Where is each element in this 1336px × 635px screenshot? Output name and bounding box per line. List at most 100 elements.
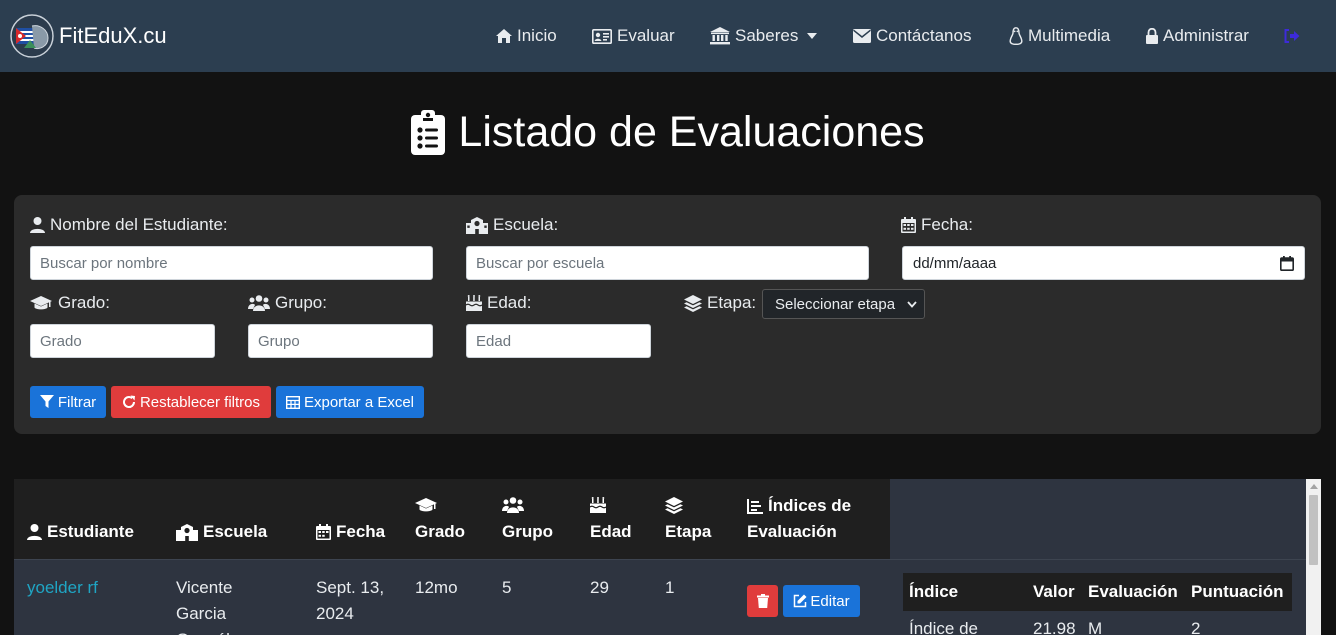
delete-button[interactable] <box>747 585 778 617</box>
users-icon <box>502 497 524 513</box>
nav-item-label: Contáctanos <box>876 26 972 45</box>
nombre-label: Nombre del Estudiante: <box>30 215 228 235</box>
user-icon <box>27 524 42 540</box>
th-indices[interactable]: Índices de Evaluación <box>747 493 851 545</box>
school-icon <box>466 216 488 234</box>
nav-item-inicio[interactable]: Inicio <box>496 26 557 46</box>
page-title: Listado de Evaluaciones <box>0 108 1336 157</box>
grado-label: Grado: <box>30 293 110 313</box>
escuela-label: Escuela: <box>466 215 558 235</box>
grado-cell: 12mo <box>415 578 458 597</box>
grupo-input[interactable] <box>248 324 433 358</box>
th-indice: Índice <box>909 582 959 601</box>
indice-cell: Índice de <box>909 619 978 635</box>
nav-item-label: Saberes <box>735 26 799 45</box>
filter-icon <box>39 395 54 408</box>
clipboard-list-icon <box>411 110 446 155</box>
th-valor: Valor <box>1033 582 1075 601</box>
th-estudiante[interactable]: Estudiante <box>27 519 134 545</box>
brand-name: FitEduX.cu <box>59 23 167 48</box>
valor-cell: 21.98 <box>1033 619 1076 635</box>
nav-item-saberes-dropdown[interactable]: Saberes <box>710 26 818 46</box>
fecha-cell: Sept. 13, 2024 <box>316 578 385 623</box>
envelope-icon <box>853 29 871 43</box>
id-card-icon <box>592 28 612 44</box>
filtrar-button[interactable]: Filtrar <box>30 386 106 418</box>
th-grupo[interactable]: Grupo <box>502 493 553 545</box>
nav-item-label: Administrar <box>1163 26 1249 45</box>
users-icon <box>248 295 270 311</box>
escuela-input[interactable] <box>466 246 869 280</box>
graduation-cap-icon <box>415 498 437 512</box>
brand-logo-icon <box>10 14 54 58</box>
navbar: FitEduX.cu Inicio Evaluar Saberes Contác… <box>0 0 1336 72</box>
calendar-icon <box>316 524 331 540</box>
linux-icon <box>1009 27 1023 45</box>
evaluacion-cell: M <box>1088 619 1103 635</box>
edad-cell: 29 <box>590 578 609 597</box>
grupo-cell: 5 <box>502 578 512 597</box>
nav-item-contactanos[interactable]: Contáctanos <box>853 26 971 46</box>
exportar-excel-button[interactable]: Exportar a Excel <box>276 386 424 418</box>
brand-link[interactable]: FitEduX.cu <box>10 14 167 58</box>
graduation-cap-icon <box>30 295 52 309</box>
chevron-down-icon <box>907 300 917 308</box>
edad-input[interactable] <box>466 324 651 358</box>
restablecer-filtros-button[interactable]: Restablecer filtros <box>111 386 271 418</box>
nav-item-label: Inicio <box>517 26 557 45</box>
calendar-picker-icon[interactable] <box>1280 255 1294 271</box>
nav-item-multimedia[interactable]: Multimedia <box>1009 26 1110 46</box>
table-icon <box>285 395 300 409</box>
filter-panel: Nombre del Estudiante: Escuela: Fecha: d… <box>14 195 1321 434</box>
edit-icon <box>794 594 807 608</box>
logout-button[interactable] <box>1284 26 1305 46</box>
fecha-label: Fecha: <box>901 215 973 235</box>
th-grado[interactable]: Grado <box>415 493 465 545</box>
evaluaciones-table: Estudiante Escuela Fecha Grado Grupo Eda… <box>14 479 1321 635</box>
layers-icon <box>665 497 683 514</box>
puntuacion-cell: 2 <box>1191 619 1201 635</box>
indices-subtable-header: Índice Valor Evaluación Puntuación <box>903 573 1292 611</box>
school-icon <box>176 523 198 541</box>
scroll-up-arrow-icon[interactable] <box>1310 484 1318 489</box>
estudiante-link[interactable]: yoelder rf <box>27 575 98 601</box>
sign-out-icon <box>1284 29 1300 43</box>
nav-item-evaluar[interactable]: Evaluar <box>592 26 675 46</box>
scrollbar-thumb[interactable] <box>1309 495 1318 565</box>
etapa-label: Etapa: <box>684 293 756 313</box>
th-puntuacion: Puntuación <box>1191 582 1284 601</box>
layers-icon <box>684 294 702 312</box>
th-fecha[interactable]: Fecha <box>316 519 385 545</box>
chart-icon <box>747 498 763 514</box>
fecha-date-input[interactable]: dd/mm/aaaa <box>902 246 1305 280</box>
etapa-selected-value: Seleccionar etapa <box>775 295 896 313</box>
nav-item-label: Multimedia <box>1028 26 1111 45</box>
trash-icon <box>756 594 769 608</box>
home-icon <box>496 29 512 43</box>
th-evaluacion: Evaluación <box>1088 582 1178 601</box>
etapa-select[interactable]: Seleccionar etapa <box>762 289 925 319</box>
row-divider <box>14 559 1306 560</box>
th-escuela[interactable]: Escuela <box>176 519 267 545</box>
lock-icon <box>1146 28 1158 44</box>
page-title-text: Listado de Evaluaciones <box>458 108 925 156</box>
birthday-cake-icon <box>466 295 482 311</box>
grado-input[interactable] <box>30 324 215 358</box>
edad-label: Edad: <box>466 293 531 313</box>
etapa-cell: 1 <box>665 578 675 597</box>
th-etapa[interactable]: Etapa <box>665 493 711 545</box>
grupo-label: Grupo: <box>248 293 327 313</box>
institution-icon <box>710 27 730 45</box>
fecha-value: dd/mm/aaaa <box>913 254 997 272</box>
escuela-cell: Vicente Garcia González <box>176 578 248 635</box>
th-edad[interactable]: Edad <box>590 493 632 545</box>
chevron-down-icon <box>807 33 818 39</box>
refresh-icon <box>122 395 135 408</box>
user-icon <box>30 217 45 233</box>
edit-button[interactable]: Editar <box>783 585 860 617</box>
calendar-icon <box>901 217 916 233</box>
nav-item-administrar[interactable]: Administrar <box>1146 26 1249 46</box>
nav-item-label: Evaluar <box>617 26 675 45</box>
nombre-input[interactable] <box>30 246 433 280</box>
table-scrollbar[interactable] <box>1306 479 1321 635</box>
